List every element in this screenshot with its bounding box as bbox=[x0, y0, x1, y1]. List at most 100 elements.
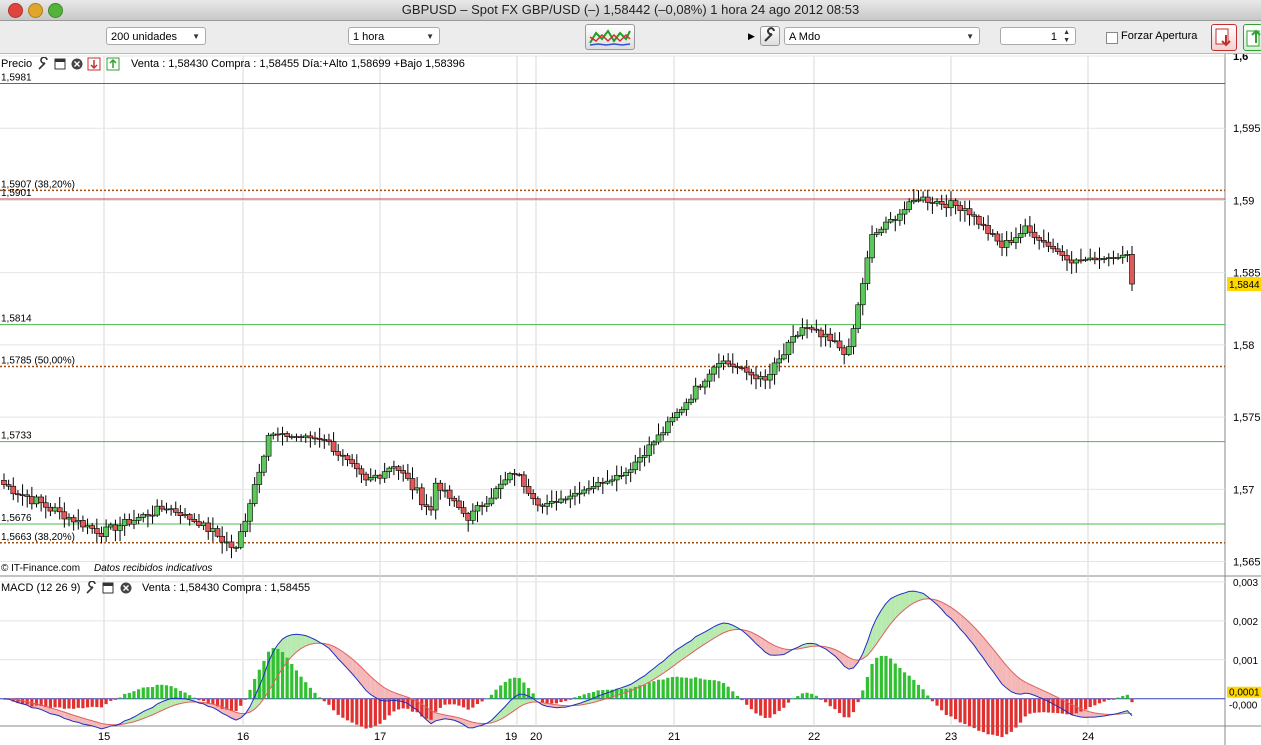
histogram-bar bbox=[489, 694, 494, 699]
histogram-bar bbox=[271, 648, 275, 699]
histogram-bar bbox=[967, 698, 972, 727]
candle-body bbox=[618, 475, 625, 477]
candle-body bbox=[70, 517, 77, 523]
price-tick-label: 1,595 bbox=[1233, 123, 1261, 135]
wrench-icon[interactable] bbox=[86, 581, 96, 594]
candle-body bbox=[595, 481, 601, 487]
candle-body bbox=[1068, 259, 1075, 264]
force-open-checkbox[interactable] bbox=[1106, 32, 1118, 44]
level-label: 1,5785 (50,00%) bbox=[1, 356, 75, 367]
histogram-bar bbox=[58, 698, 62, 708]
window-icon[interactable] bbox=[54, 58, 66, 70]
window-icon[interactable] bbox=[102, 582, 114, 594]
chart-type-button[interactable] bbox=[585, 24, 635, 50]
histogram-bar bbox=[814, 695, 818, 699]
candle-body bbox=[479, 505, 485, 507]
histogram-bar bbox=[707, 679, 712, 699]
candle-body bbox=[131, 520, 137, 525]
chevron-down-icon: ▼ bbox=[966, 32, 974, 41]
histogram-bar bbox=[731, 691, 735, 699]
candle-body bbox=[692, 385, 699, 400]
candle-body bbox=[567, 495, 574, 500]
histogram-bar bbox=[355, 698, 359, 725]
candle-body bbox=[562, 498, 569, 501]
quantity-stepper[interactable]: 1 ▲ ▼ bbox=[1000, 27, 1076, 45]
histogram-bar bbox=[889, 658, 893, 699]
candle-body bbox=[827, 333, 834, 342]
histogram-bar bbox=[912, 679, 916, 699]
candle-body bbox=[228, 541, 235, 548]
candle-body bbox=[117, 525, 123, 531]
histogram-bar bbox=[810, 693, 814, 699]
histogram-bar bbox=[698, 678, 702, 699]
order-type-select[interactable]: A Mdo ▼ bbox=[784, 27, 980, 45]
histogram-bar bbox=[280, 652, 285, 699]
candle-body bbox=[822, 333, 829, 338]
candle-body bbox=[15, 493, 21, 496]
candle-body bbox=[5, 484, 12, 487]
candle-body bbox=[381, 471, 388, 479]
histogram-bar bbox=[1014, 698, 1018, 728]
candle-body bbox=[38, 496, 44, 504]
histogram-bar bbox=[800, 693, 805, 699]
candle-body bbox=[934, 201, 940, 204]
histogram-bar bbox=[1125, 694, 1129, 699]
close-icon[interactable] bbox=[71, 58, 83, 70]
candle-body bbox=[609, 479, 615, 482]
chart-canvas[interactable]: 1,61,5951,591,5851,581,5751,571,5650,003… bbox=[0, 54, 1261, 745]
candle-body bbox=[1092, 257, 1098, 261]
candle-body bbox=[145, 514, 151, 517]
close-icon[interactable] bbox=[120, 582, 132, 594]
candle-body bbox=[590, 486, 597, 489]
candle-body bbox=[683, 402, 690, 410]
candle-body bbox=[456, 500, 462, 508]
histogram-bar bbox=[954, 698, 958, 720]
candle-body bbox=[42, 502, 49, 508]
histogram-bar bbox=[782, 698, 786, 708]
histogram-bar bbox=[508, 678, 512, 699]
candle-body bbox=[818, 329, 824, 338]
expand-arrow-icon[interactable]: ▶ bbox=[748, 31, 755, 42]
candle-body bbox=[887, 219, 894, 223]
candle-body bbox=[511, 473, 518, 475]
units-select[interactable]: 200 unidades ▼ bbox=[106, 27, 206, 45]
settings-button[interactable] bbox=[760, 26, 780, 46]
histogram-bar bbox=[587, 693, 591, 699]
x-tick-label: 21 bbox=[668, 731, 680, 743]
histogram-bar bbox=[234, 698, 238, 711]
histogram-bar bbox=[879, 655, 883, 699]
candle-body bbox=[1129, 254, 1135, 285]
candle-body bbox=[270, 433, 277, 436]
macd-info: Venta : 1,58430 Compra : 1,58455 bbox=[142, 582, 311, 594]
sell-small-icon[interactable] bbox=[87, 57, 101, 71]
price-panel-label: Precio bbox=[1, 58, 33, 70]
histogram-bar bbox=[85, 698, 90, 708]
buy-small-icon[interactable] bbox=[106, 57, 120, 71]
timeframe-select[interactable]: 1 hora ▼ bbox=[348, 27, 440, 45]
level-label: 1,5733 bbox=[1, 431, 32, 442]
candle-body bbox=[261, 455, 267, 473]
histogram-bar bbox=[1093, 698, 1097, 706]
candle-body bbox=[869, 234, 875, 259]
histogram-bar bbox=[313, 692, 317, 699]
candle-body bbox=[242, 520, 249, 533]
candle-body bbox=[813, 328, 820, 331]
candle-body bbox=[1101, 258, 1107, 260]
histogram-bar bbox=[137, 689, 141, 699]
histogram-bar bbox=[53, 698, 57, 708]
candle-body bbox=[289, 436, 295, 438]
wrench-icon[interactable] bbox=[38, 57, 48, 70]
candle-body bbox=[409, 478, 416, 491]
histogram-bar bbox=[1107, 698, 1111, 700]
candle-body bbox=[613, 475, 620, 481]
candle-body bbox=[344, 455, 351, 461]
histogram-bar bbox=[661, 679, 665, 699]
candle-body bbox=[298, 436, 304, 438]
candle-body bbox=[219, 535, 225, 543]
histogram-bar bbox=[898, 667, 902, 699]
histogram-bar bbox=[229, 698, 234, 711]
buy-button[interactable] bbox=[1243, 24, 1261, 51]
sell-button[interactable] bbox=[1211, 24, 1237, 51]
histogram-bar bbox=[712, 680, 716, 699]
candle-body bbox=[897, 213, 903, 221]
